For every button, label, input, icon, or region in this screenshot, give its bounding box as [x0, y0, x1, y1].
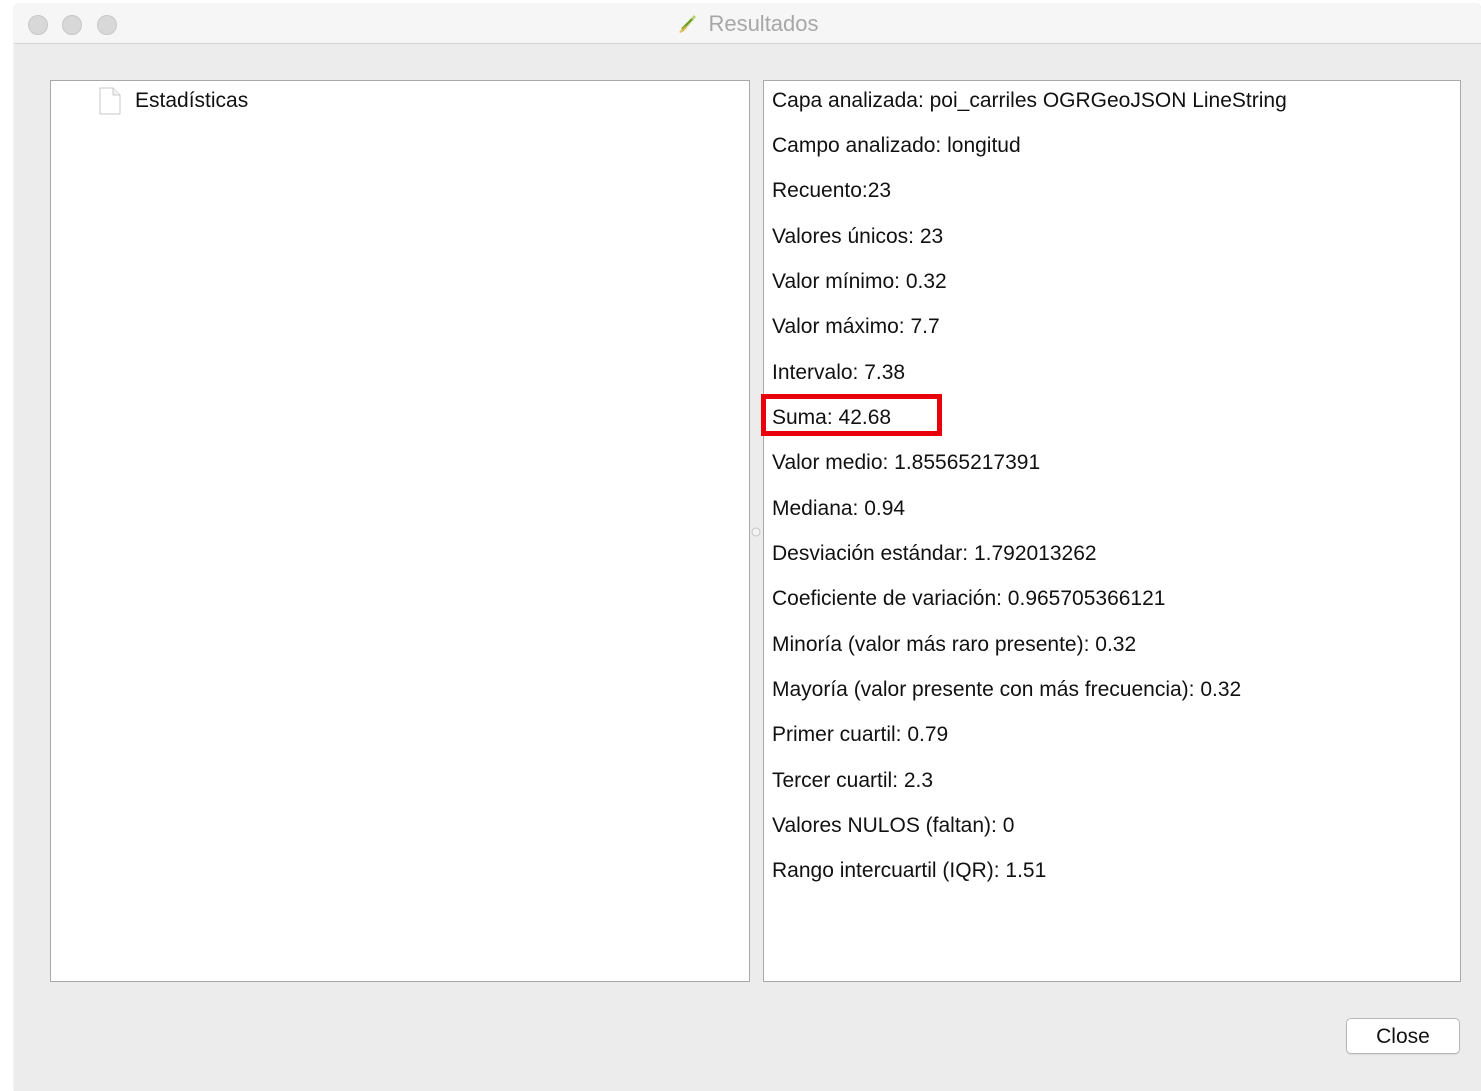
stat-line-field: Campo analizado: longitud [772, 134, 1021, 157]
close-button[interactable]: Close [1346, 1018, 1460, 1054]
results-text-view[interactable]: Capa analizada: poi_carriles OGRGeoJSON … [761, 80, 1461, 982]
stat-line-count: Recuento:23 [772, 179, 892, 202]
stat-line-cv: Coeficiente de variación: 0.965705366121 [772, 587, 1166, 610]
stat-line-mean: Valor medio: 1.85565217391 [772, 451, 1041, 474]
tree-item-label: Estadísticas [135, 89, 249, 112]
title-bar[interactable]: Resultados [14, 4, 1481, 44]
stat-line-range: Intervalo: 7.38 [772, 361, 906, 384]
stat-line-layer: Capa analizada: poi_carriles OGRGeoJSON … [772, 89, 1287, 112]
document-icon [99, 87, 121, 115]
tree-item-estadisticas[interactable]: Estadísticas [99, 87, 248, 115]
splitter-handle[interactable] [751, 525, 761, 539]
stat-line-min: Valor mínimo: 0.32 [772, 270, 947, 293]
stat-line-minority: Minoría (valor más raro presente): 0.32 [772, 633, 1137, 656]
qgis-icon [679, 15, 697, 34]
window-title: Resultados [708, 11, 819, 36]
results-tree[interactable]: Estadísticas [50, 80, 750, 982]
results-dialog: Resultados Estadísticas Capa analizada: … [14, 4, 1481, 1091]
stat-line-max: Valor máximo: 7.7 [772, 315, 940, 338]
stat-line-nulls: Valores NULOS (faltan): 0 [772, 814, 1015, 837]
stat-line-median: Mediana: 0.94 [772, 497, 906, 520]
stat-line-unique: Valores únicos: 23 [772, 225, 944, 248]
stat-line-q3: Tercer cuartil: 2.3 [772, 769, 934, 792]
stat-line-majority: Mayoría (valor presente con más frecuenc… [772, 678, 1242, 701]
stat-line-sum: Suma: 42.68 [772, 406, 892, 429]
stat-line-stddev: Desviación estándar: 1.792013262 [772, 542, 1097, 565]
stat-line-iqr: Rango intercuartil (IQR): 1.51 [772, 859, 1047, 882]
stat-line-q1: Primer cuartil: 0.79 [772, 723, 949, 746]
window-title-group: Resultados [14, 11, 1481, 37]
